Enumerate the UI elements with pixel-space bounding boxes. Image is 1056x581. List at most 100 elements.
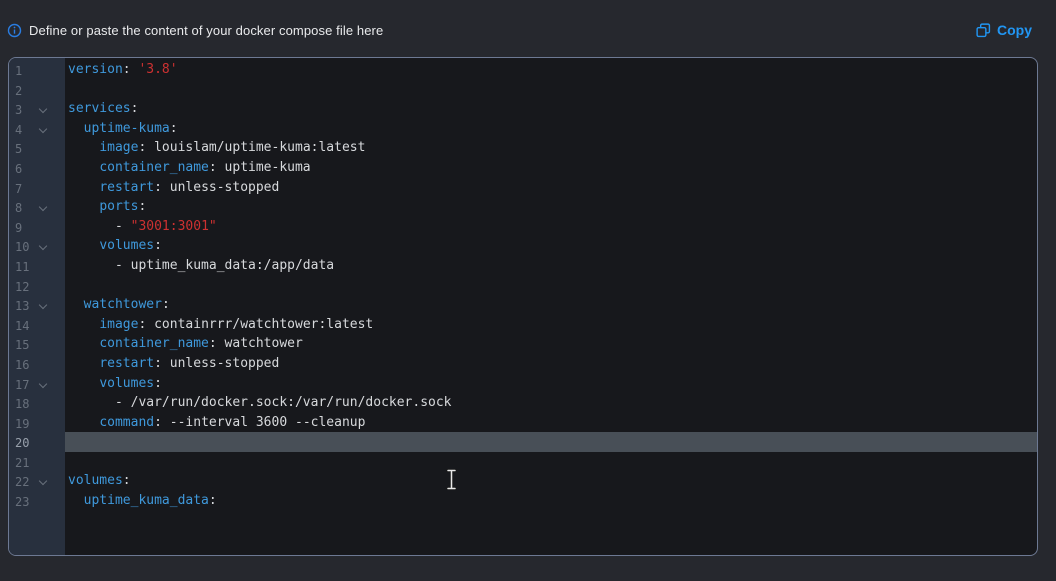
token-key: volumes	[99, 376, 154, 391]
code-line-21[interactable]	[65, 452, 1037, 472]
gutter-row: 13	[9, 295, 65, 315]
code-line-19[interactable]: command: --interval 3600 --cleanup	[65, 413, 1037, 433]
copy-icon	[976, 23, 991, 38]
code-line-16[interactable]: restart: unless-stopped	[65, 354, 1037, 374]
code-line-13[interactable]: watchtower:	[65, 295, 1037, 315]
token-plain: -	[68, 219, 131, 234]
code-line-5[interactable]: image: louislam/uptime-kuma:latest	[65, 138, 1037, 158]
token-plain	[68, 356, 99, 371]
token-plain	[68, 238, 99, 253]
token-plain: :	[123, 62, 139, 77]
token-key: ports	[99, 199, 138, 214]
code-line-2[interactable]	[65, 80, 1037, 100]
gutter-row: 3	[9, 99, 65, 119]
token-plain: : louislam/uptime-kuma:latest	[138, 140, 365, 155]
fold-chevron-down-icon[interactable]	[39, 125, 47, 133]
gutter-row: 1	[9, 60, 65, 80]
token-key: volumes	[99, 238, 154, 253]
gutter-row: 15	[9, 334, 65, 354]
fold-chevron-down-icon[interactable]	[39, 242, 47, 250]
token-key: image	[99, 140, 138, 155]
code-line-9[interactable]: - "3001:3001"	[65, 217, 1037, 237]
code-line-4[interactable]: uptime-kuma:	[65, 119, 1037, 139]
code-line-8[interactable]: ports:	[65, 197, 1037, 217]
gutter-row: 16	[9, 354, 65, 374]
editor-gutter: 1234567891011121314151617181920212223	[9, 58, 65, 555]
gutter-row: 20	[9, 432, 65, 452]
fold-chevron-down-icon[interactable]	[39, 379, 47, 387]
code-line-1[interactable]: version: '3.8'	[65, 60, 1037, 80]
code-line-6[interactable]: container_name: uptime-kuma	[65, 158, 1037, 178]
token-plain: :	[209, 493, 217, 508]
gutter-row: 18	[9, 393, 65, 413]
token-plain	[68, 317, 99, 332]
gutter-row: 22	[9, 471, 65, 491]
token-plain: : unless-stopped	[154, 180, 279, 195]
gutter-row: 6	[9, 158, 65, 178]
code-line-11[interactable]: - uptime_kuma_data:/app/data	[65, 256, 1037, 276]
code-line-10[interactable]: volumes:	[65, 236, 1037, 256]
gutter-row: 4	[9, 119, 65, 139]
gutter-row: 12	[9, 276, 65, 296]
fold-chevron-down-icon[interactable]	[39, 105, 47, 113]
gutter-row: 14	[9, 315, 65, 335]
token-plain	[68, 415, 99, 430]
token-plain	[68, 140, 99, 155]
token-plain: - /var/run/docker.sock:/var/run/docker.s…	[68, 395, 452, 410]
token-plain: : unless-stopped	[154, 356, 279, 371]
gutter-row: 8	[9, 197, 65, 217]
code-line-12[interactable]	[65, 276, 1037, 296]
gutter-row: 2	[9, 80, 65, 100]
code-line-7[interactable]: restart: unless-stopped	[65, 178, 1037, 198]
code-line-20[interactable]	[65, 432, 1037, 452]
editor-code[interactable]: version: '3.8' services: uptime-kuma: ima…	[65, 58, 1037, 555]
token-plain: : containrrr/watchtower:latest	[138, 317, 373, 332]
gutter-row: 10	[9, 236, 65, 256]
copy-button[interactable]: Copy	[976, 22, 1032, 38]
token-key: container_name	[99, 336, 209, 351]
token-key: restart	[99, 356, 154, 371]
token-plain: : --interval 3600 --cleanup	[154, 415, 365, 430]
fold-chevron-down-icon[interactable]	[39, 477, 47, 485]
token-plain: : uptime-kuma	[209, 160, 311, 175]
line-number: 23	[9, 493, 29, 513]
token-plain: :	[162, 297, 170, 312]
token-key: container_name	[99, 160, 209, 175]
code-line-17[interactable]: volumes:	[65, 374, 1037, 394]
token-plain: :	[138, 199, 146, 214]
token-key: uptime-kuma	[84, 121, 170, 136]
header-label: Define or paste the content of your dock…	[29, 23, 383, 38]
header-left: Define or paste the content of your dock…	[7, 23, 383, 38]
token-key: uptime_kuma_data	[84, 493, 209, 508]
copy-button-label: Copy	[997, 22, 1032, 38]
token-key: command	[99, 415, 154, 430]
code-line-3[interactable]: services:	[65, 99, 1037, 119]
token-plain	[68, 376, 99, 391]
token-key: restart	[99, 180, 154, 195]
code-line-23[interactable]: uptime_kuma_data:	[65, 491, 1037, 511]
code-editor[interactable]: 1234567891011121314151617181920212223 ve…	[8, 57, 1038, 556]
token-key: volumes	[68, 473, 123, 488]
token-plain	[68, 160, 99, 175]
gutter-row: 9	[9, 217, 65, 237]
info-circle-icon	[7, 23, 22, 38]
code-line-14[interactable]: image: containrrr/watchtower:latest	[65, 315, 1037, 335]
token-plain: - uptime_kuma_data:/app/data	[68, 258, 334, 273]
token-plain: :	[131, 101, 139, 116]
token-plain: :	[154, 376, 162, 391]
code-line-22[interactable]: volumes:	[65, 471, 1037, 491]
token-plain: :	[123, 473, 131, 488]
token-string: "3001:3001"	[131, 219, 217, 234]
token-key: image	[99, 317, 138, 332]
code-line-18[interactable]: - /var/run/docker.sock:/var/run/docker.s…	[65, 393, 1037, 413]
token-plain: :	[154, 238, 162, 253]
token-key: watchtower	[84, 297, 162, 312]
fold-chevron-down-icon[interactable]	[39, 203, 47, 211]
token-string: '3.8'	[138, 62, 177, 77]
gutter-row: 19	[9, 413, 65, 433]
gutter-row: 11	[9, 256, 65, 276]
token-plain	[68, 336, 99, 351]
code-line-15[interactable]: container_name: watchtower	[65, 334, 1037, 354]
fold-chevron-down-icon[interactable]	[39, 301, 47, 309]
gutter-row: 5	[9, 138, 65, 158]
